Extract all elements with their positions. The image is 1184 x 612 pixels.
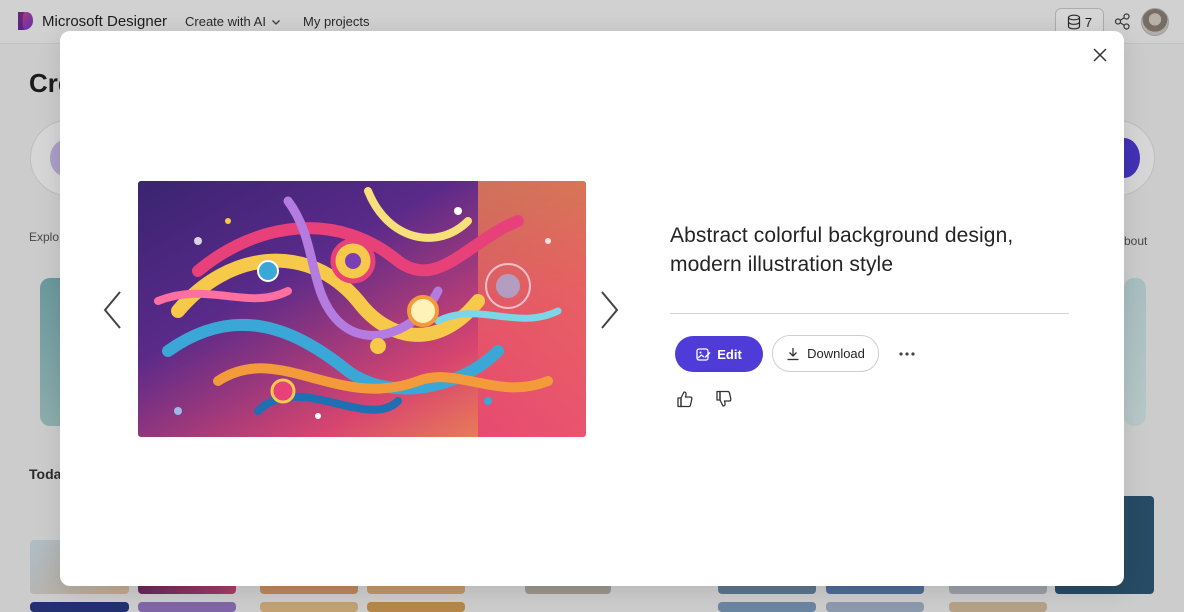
next-image-button[interactable] xyxy=(596,289,622,331)
download-icon xyxy=(787,347,799,360)
close-button[interactable] xyxy=(1090,45,1110,65)
chevron-left-icon xyxy=(103,291,121,329)
download-button[interactable]: Download xyxy=(772,335,879,372)
image-preview-dialog: Abstract colorful background design, mod… xyxy=(60,31,1124,586)
previous-image-button[interactable] xyxy=(100,289,126,331)
edit-image-icon xyxy=(696,347,711,361)
download-button-label: Download xyxy=(807,346,865,361)
more-options-button[interactable] xyxy=(895,342,919,366)
caption-divider xyxy=(670,313,1069,314)
edit-button-label: Edit xyxy=(717,346,742,362)
chevron-right-icon xyxy=(601,291,619,329)
thumbs-down-icon[interactable] xyxy=(714,389,734,409)
thumbs-up-icon[interactable] xyxy=(675,389,695,409)
image-caption: Abstract colorful background design, mod… xyxy=(670,224,1014,276)
edit-button[interactable]: Edit xyxy=(675,336,763,372)
generated-image[interactable] xyxy=(138,181,586,437)
more-horizontal-icon xyxy=(899,352,915,356)
close-icon xyxy=(1093,48,1107,62)
abstract-illustration xyxy=(138,181,586,437)
